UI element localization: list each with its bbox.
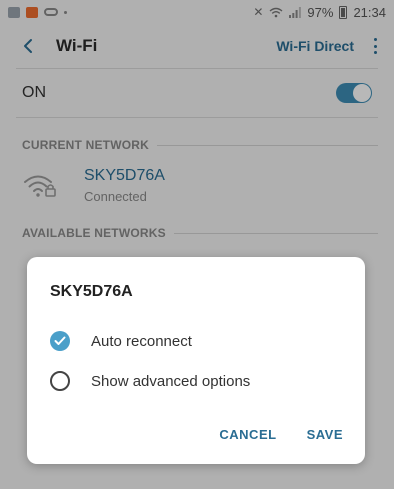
auto-reconnect-option[interactable]: Auto reconnect bbox=[50, 321, 342, 361]
checkmark-icon bbox=[54, 336, 66, 345]
dialog-title: SKY5D76A bbox=[50, 283, 133, 300]
network-dialog: SKY5D76A Auto reconnect Show advanced op… bbox=[27, 257, 365, 464]
advanced-options-checkbox[interactable] bbox=[50, 371, 70, 391]
save-button[interactable]: SAVE bbox=[307, 427, 343, 442]
dialog-actions: CANCEL SAVE bbox=[219, 427, 343, 442]
cancel-button[interactable]: CANCEL bbox=[219, 427, 276, 442]
advanced-options-option[interactable]: Show advanced options bbox=[50, 361, 342, 401]
wifi-settings-screen: ✕ 97% 21:34 Wi-Fi Wi-Fi Direct ON CURREN… bbox=[0, 0, 394, 489]
auto-reconnect-checkbox[interactable] bbox=[50, 331, 70, 351]
option-label: Show advanced options bbox=[91, 372, 251, 390]
option-label: Auto reconnect bbox=[91, 332, 192, 350]
